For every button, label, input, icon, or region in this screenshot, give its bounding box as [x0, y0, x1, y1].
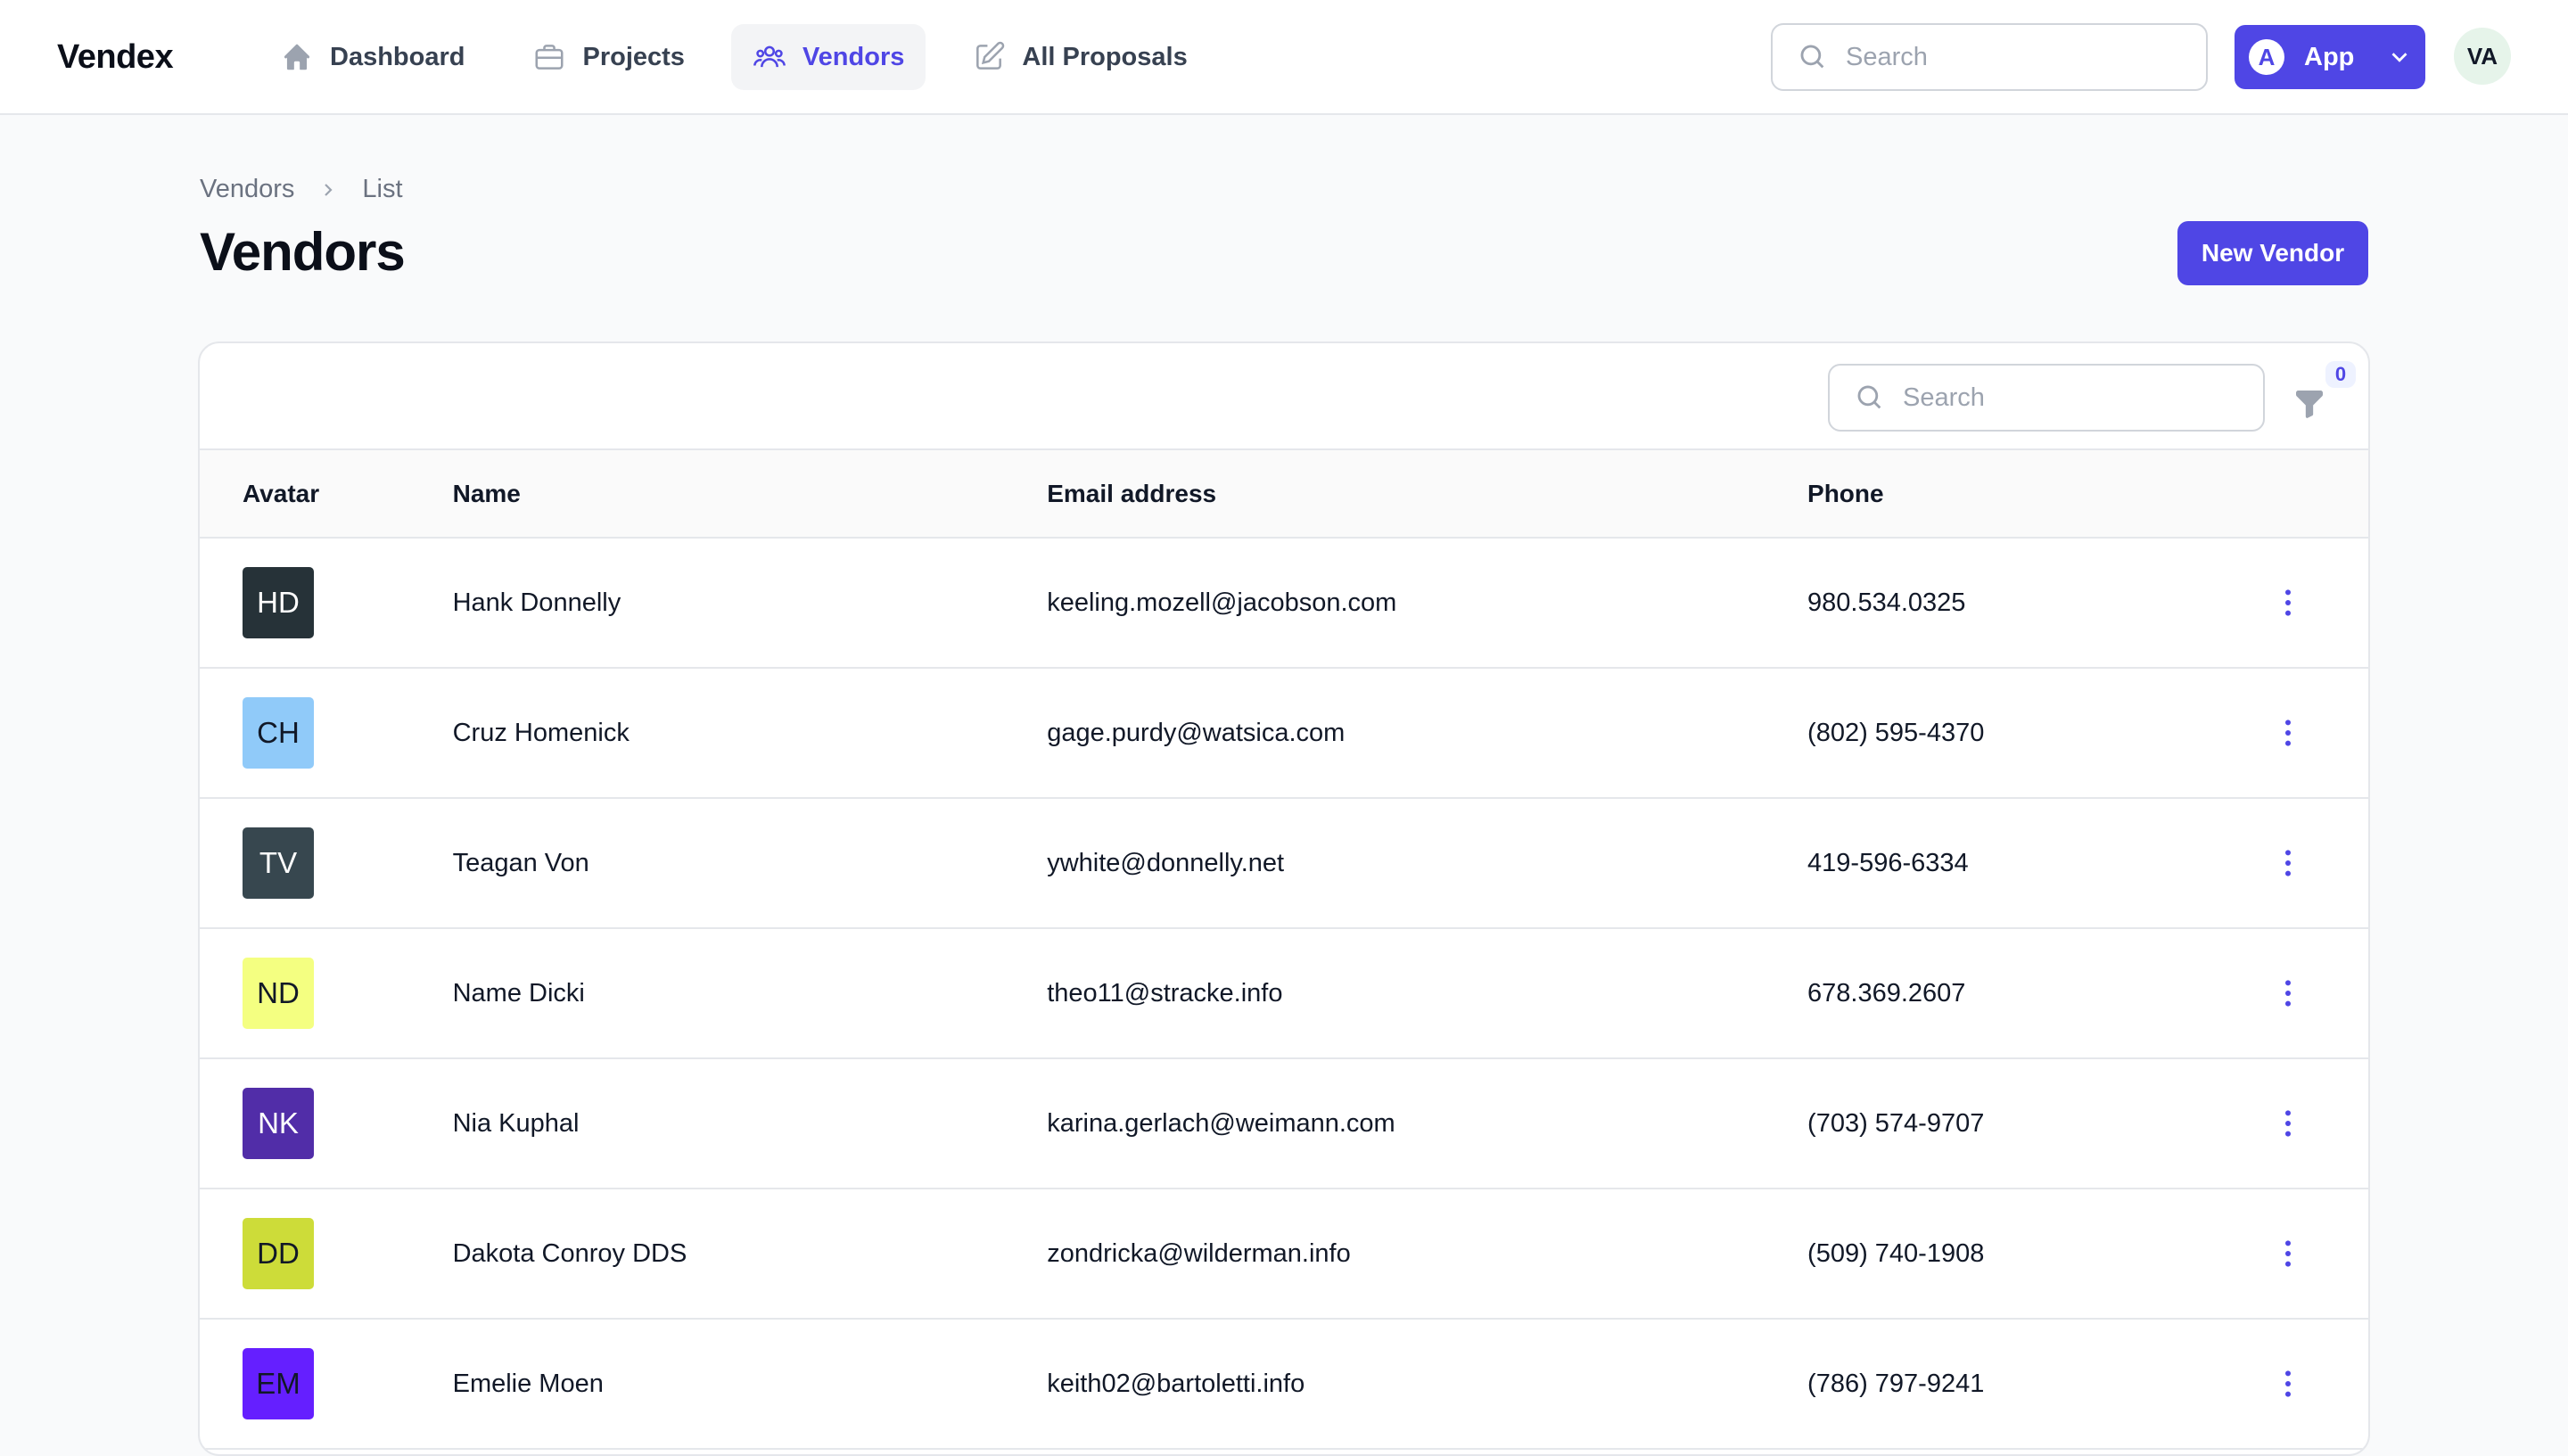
table-row[interactable]: HD Hank Donnelly keeling.mozell@jacobson…: [200, 538, 2368, 668]
vendor-name[interactable]: Nia Kuphal: [453, 1058, 1048, 1189]
table-toolbar: 0: [200, 343, 2368, 450]
table-body: HD Hank Donnelly keeling.mozell@jacobson…: [200, 538, 2368, 1449]
app-switcher-label: App: [2304, 42, 2355, 71]
search-icon: [1800, 45, 1824, 69]
column-header-avatar: Avatar: [200, 450, 453, 539]
vendor-email[interactable]: zondricka@wilderman.info: [1047, 1189, 1807, 1319]
global-search-input[interactable]: [1846, 42, 2185, 72]
more-options-icon[interactable]: [2270, 715, 2306, 751]
home-icon: [284, 44, 310, 70]
top-navigation-bar: Vendex Dashboard Projects Vendors All Pr…: [0, 0, 2568, 115]
table-row[interactable]: EM Emelie Moen keith02@bartoletti.info (…: [200, 1319, 2368, 1449]
nav-item-label: Vendors: [802, 42, 905, 71]
vendor-name[interactable]: Cruz Homenick: [453, 668, 1048, 798]
vendor-avatar: CH: [243, 697, 314, 769]
vendor-phone: (802) 595-4370: [1807, 718, 1985, 747]
vendor-avatar: EM: [243, 1348, 314, 1419]
vendor-name[interactable]: Name Dicki: [453, 928, 1048, 1058]
search-icon: [1857, 385, 1881, 409]
vendor-phone: 419-596-6334: [1807, 848, 1969, 877]
breadcrumb: Vendors List: [200, 175, 403, 204]
brand-logo[interactable]: Vendex: [57, 0, 174, 115]
nav-item-label: Projects: [582, 42, 685, 71]
more-options-icon[interactable]: [2270, 975, 2306, 1011]
table-search-input[interactable]: [1903, 383, 2242, 413]
column-header-actions: [2270, 450, 2368, 539]
table-header-row: Avatar Name Email address Phone: [200, 450, 2368, 539]
vendors-table-card: 0 Avatar Name Email address Phone HD Han…: [198, 341, 2370, 1456]
nav-item-projects[interactable]: Projects: [511, 24, 705, 90]
more-options-icon[interactable]: [2270, 1236, 2306, 1271]
users-icon: [753, 45, 786, 68]
filter-count-badge: 0: [2325, 361, 2356, 388]
nav-item-vendors[interactable]: Vendors: [730, 24, 926, 90]
vendor-phone: (786) 797-9241: [1807, 1369, 1985, 1398]
column-header-phone[interactable]: Phone: [1807, 450, 2271, 539]
more-options-icon[interactable]: [2270, 845, 2306, 881]
vendor-email[interactable]: keeling.mozell@jacobson.com: [1047, 538, 1807, 668]
chevron-down-icon: [2391, 53, 2408, 62]
more-options-icon[interactable]: [2270, 1106, 2306, 1141]
vendor-name[interactable]: Dakota Conroy DDS: [453, 1189, 1048, 1319]
table-row[interactable]: TV Teagan Von ywhite@donnelly.net 419-59…: [200, 798, 2368, 928]
vendor-phone: (703) 574-9707: [1807, 1108, 1985, 1138]
breadcrumb-item-vendors[interactable]: Vendors: [200, 175, 294, 204]
funnel-icon: [2296, 391, 2323, 418]
vendor-email[interactable]: ywhite@donnelly.net: [1047, 798, 1807, 928]
nav-item-dashboard[interactable]: Dashboard: [259, 24, 486, 90]
vendor-avatar: HD: [243, 567, 314, 638]
table-row[interactable]: NK Nia Kuphal karina.gerlach@weimann.com…: [200, 1058, 2368, 1189]
table-row[interactable]: ND Name Dicki theo11@stracke.info 678.36…: [200, 928, 2368, 1058]
vendor-avatar: DD: [243, 1218, 314, 1289]
chevron-right-icon: [325, 183, 333, 196]
more-options-icon[interactable]: [2270, 585, 2306, 621]
vendor-phone: (509) 740-1908: [1807, 1238, 1985, 1268]
page-title: Vendors: [200, 222, 406, 282]
nav-item-label: All Proposals: [1022, 42, 1188, 71]
vendor-email[interactable]: keith02@bartoletti.info: [1047, 1319, 1807, 1449]
more-options-icon[interactable]: [2270, 1366, 2306, 1402]
table-search[interactable]: [1828, 364, 2265, 432]
table-row[interactable]: DD Dakota Conroy DDS zondricka@wilderman…: [200, 1189, 2368, 1319]
vendor-phone: 980.534.0325: [1807, 588, 1966, 617]
vendor-name[interactable]: Hank Donnelly: [453, 538, 1048, 668]
global-search[interactable]: [1771, 23, 2208, 91]
table-row[interactable]: CH Cruz Homenick gage.purdy@watsica.com …: [200, 668, 2368, 798]
app-switcher-button[interactable]: A App: [2235, 25, 2425, 89]
pencil-square-icon: [976, 41, 1005, 70]
nav-item-all-proposals[interactable]: All Proposals: [951, 24, 1208, 90]
column-header-name[interactable]: Name: [452, 450, 1048, 539]
vendor-email[interactable]: theo11@stracke.info: [1047, 928, 1807, 1058]
user-avatar[interactable]: VA: [2454, 28, 2511, 85]
vendors-table: Avatar Name Email address Phone HD Hank …: [200, 450, 2368, 1450]
vendor-phone: 678.369.2607: [1807, 978, 1966, 1008]
vendor-name[interactable]: Emelie Moen: [453, 1319, 1048, 1449]
nav-item-label: Dashboard: [330, 42, 465, 71]
vendor-avatar: TV: [243, 827, 314, 899]
vendor-avatar: ND: [243, 958, 314, 1029]
main-nav: Dashboard Projects Vendors All Proposals: [259, 24, 1209, 90]
vendor-avatar: NK: [243, 1088, 314, 1159]
briefcase-icon: [535, 45, 564, 70]
new-vendor-button[interactable]: New Vendor: [2177, 221, 2368, 285]
vendor-email[interactable]: karina.gerlach@weimann.com: [1047, 1058, 1807, 1189]
vendor-name[interactable]: Teagan Von: [453, 798, 1048, 928]
column-header-email[interactable]: Email address: [1047, 450, 1808, 539]
vendor-email[interactable]: gage.purdy@watsica.com: [1047, 668, 1807, 798]
breadcrumb-item-list: List: [362, 175, 403, 203]
app-switcher-initial: A: [2249, 39, 2284, 75]
